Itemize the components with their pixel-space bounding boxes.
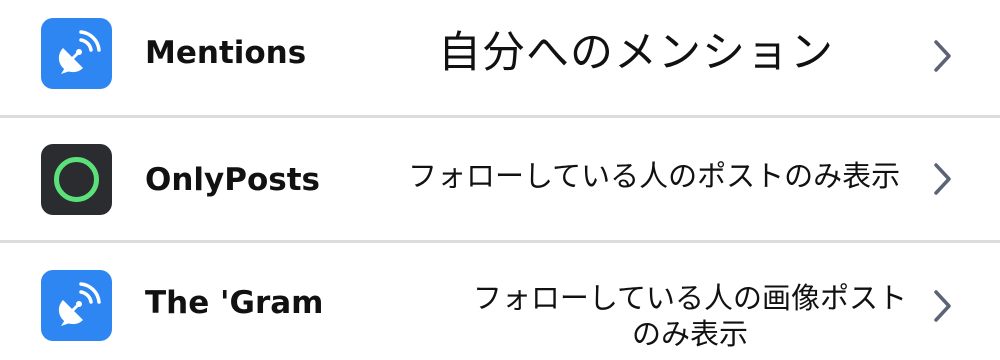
feed-list: Mentions 自分へのメンション OnlyPosts フォローしている人のポ… <box>0 0 1000 360</box>
satellite-dish-icon <box>41 270 112 341</box>
feed-description: 自分へのメンション <box>438 28 834 78</box>
green-ring-icon <box>41 144 112 215</box>
feed-description: フォローしている人の画像ポストのみ表示 <box>472 281 908 351</box>
feed-row-onlyposts[interactable]: OnlyPosts フォローしている人のポストのみ表示 <box>0 117 1000 241</box>
satellite-dish-icon <box>41 18 112 89</box>
feed-name: OnlyPosts <box>145 162 320 198</box>
chevron-right-icon <box>930 288 954 324</box>
feed-row-the-gram[interactable]: The 'Gram フォローしている人の画像ポストのみ表示 <box>0 242 1000 360</box>
chevron-right-icon <box>930 38 954 74</box>
feed-name: The 'Gram <box>145 285 324 321</box>
feed-description: フォローしている人のポストのみ表示 <box>408 159 901 193</box>
feed-name: Mentions <box>145 35 307 71</box>
feed-row-mentions[interactable]: Mentions 自分へのメンション <box>0 0 1000 116</box>
chevron-right-icon <box>930 161 954 197</box>
